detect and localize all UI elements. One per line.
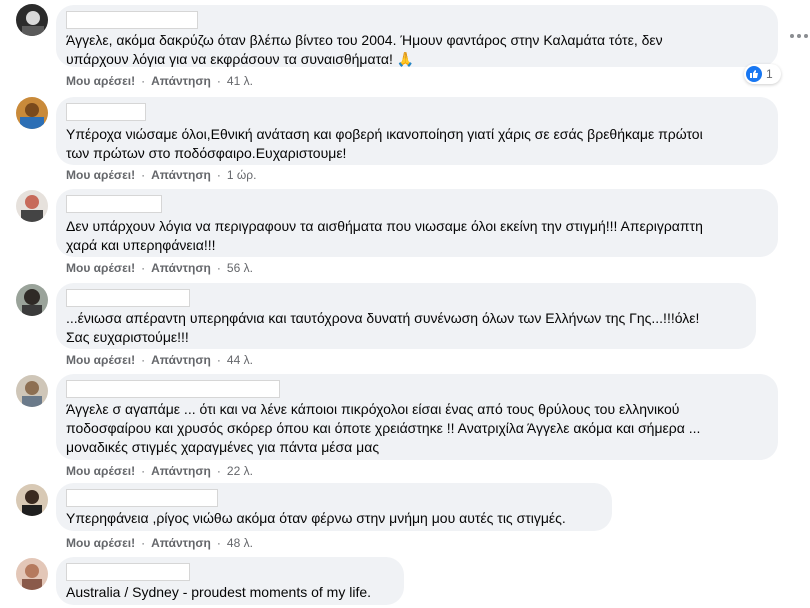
comment-bubble: ...ένιωσα απέραντη υπερηφάνια και ταυτόχ…: [56, 283, 756, 349]
comment-bubble: Υπέροχα νιώσαμε όλοι,Εθνική ανάταση και …: [56, 97, 778, 165]
separator-dot: ·: [141, 168, 146, 182]
timestamp[interactable]: 41 λ.: [227, 74, 253, 88]
more-options-icon[interactable]: [790, 34, 808, 40]
avatar-image: [16, 4, 48, 36]
author-name-redacted[interactable]: [66, 289, 190, 307]
comment-actions: Μου αρέσει! · Απάντηση · 1 ώρ.: [66, 168, 256, 182]
comment-text: ...ένιωσα απέραντη υπερηφάνια και ταυτόχ…: [66, 310, 700, 345]
separator-dot: ·: [216, 168, 221, 182]
like-link[interactable]: Μου αρέσει!: [66, 353, 135, 367]
comment-text: Δεν υπάρχουν λόγια να περιγραφουν τα αισ…: [66, 218, 703, 253]
separator-dot: ·: [141, 536, 146, 550]
like-link[interactable]: Μου αρέσει!: [66, 261, 135, 275]
timestamp[interactable]: 44 λ.: [227, 353, 253, 367]
avatar-image: [16, 284, 48, 316]
reply-link[interactable]: Απάντηση: [151, 168, 211, 182]
avatar[interactable]: [16, 484, 48, 516]
avatar[interactable]: [16, 284, 48, 316]
separator-dot: ·: [141, 464, 146, 478]
separator-dot: ·: [216, 74, 221, 88]
comment-actions: Μου αρέσει! · Απάντηση · 48 λ.: [66, 536, 253, 550]
reply-link[interactable]: Απάντηση: [151, 261, 211, 275]
like-link[interactable]: Μου αρέσει!: [66, 74, 135, 88]
reply-link[interactable]: Απάντηση: [151, 353, 211, 367]
author-name-redacted[interactable]: [66, 103, 146, 121]
avatar[interactable]: [16, 558, 48, 590]
avatar[interactable]: [16, 97, 48, 129]
like-link[interactable]: Μου αρέσει!: [66, 536, 135, 550]
separator-dot: ·: [141, 74, 146, 88]
author-name-redacted[interactable]: [66, 489, 218, 507]
author-name-redacted[interactable]: [66, 380, 280, 398]
timestamp[interactable]: 22 λ.: [227, 464, 253, 478]
avatar-image: [16, 190, 48, 222]
comment-text: Άγγελε, ακόμα δακρύζω όταν βλέπω βίντεο …: [66, 32, 663, 67]
avatar[interactable]: [16, 190, 48, 222]
reaction-count: 1: [766, 67, 773, 81]
comment-actions: Μου αρέσει! · Απάντηση · 41 λ.: [66, 74, 253, 88]
like-link[interactable]: Μου αρέσει!: [66, 464, 135, 478]
comment-bubble: Υπερηφάνεια ,ρίγος νιώθω ακόμα όταν φέρν…: [56, 483, 612, 531]
timestamp[interactable]: 1 ώρ.: [227, 168, 257, 182]
comment-bubble: Australia / Sydney - proudest moments of…: [56, 557, 404, 605]
reply-link[interactable]: Απάντηση: [151, 536, 211, 550]
comment-bubble: Δεν υπάρχουν λόγια να περιγραφουν τα αισ…: [56, 189, 778, 257]
comment-text: Άγγελε σ αγαπάμε ... ότι και να λένε κάπ…: [66, 401, 701, 455]
avatar-image: [16, 97, 48, 129]
like-link[interactable]: Μου αρέσει!: [66, 168, 135, 182]
comment-actions: Μου αρέσει! · Απάντηση · 22 λ.: [66, 464, 253, 478]
reaction-summary[interactable]: 1: [744, 64, 781, 84]
author-name-redacted[interactable]: [66, 11, 198, 29]
avatar-image: [16, 484, 48, 516]
separator-dot: ·: [216, 353, 221, 367]
author-name-redacted[interactable]: [66, 195, 162, 213]
comment-text: Υπέροχα νιώσαμε όλοι,Εθνική ανάταση και …: [66, 126, 703, 161]
like-reaction-icon: [746, 66, 762, 82]
comment-actions: Μου αρέσει! · Απάντηση · 44 λ.: [66, 353, 253, 367]
comment-bubble: Άγγελε, ακόμα δακρύζω όταν βλέπω βίντεο …: [56, 5, 778, 67]
separator-dot: ·: [216, 464, 221, 478]
author-name-redacted[interactable]: [66, 563, 190, 581]
reply-link[interactable]: Απάντηση: [151, 464, 211, 478]
comment-actions: Μου αρέσει! · Απάντηση · 56 λ.: [66, 261, 253, 275]
reply-link[interactable]: Απάντηση: [151, 74, 211, 88]
comment-text: Υπερηφάνεια ,ρίγος νιώθω ακόμα όταν φέρν…: [66, 510, 566, 526]
timestamp[interactable]: 56 λ.: [227, 261, 253, 275]
separator-dot: ·: [216, 536, 221, 550]
separator-dot: ·: [216, 261, 221, 275]
separator-dot: ·: [141, 353, 146, 367]
timestamp[interactable]: 48 λ.: [227, 536, 253, 550]
comment-text: Australia / Sydney - proudest moments of…: [66, 584, 372, 600]
separator-dot: ·: [141, 261, 146, 275]
avatar[interactable]: [16, 4, 48, 36]
avatar-image: [16, 558, 48, 590]
avatar[interactable]: [16, 375, 48, 407]
avatar-image: [16, 375, 48, 407]
comment-bubble: Άγγελε σ αγαπάμε ... ότι και να λένε κάπ…: [56, 374, 778, 460]
